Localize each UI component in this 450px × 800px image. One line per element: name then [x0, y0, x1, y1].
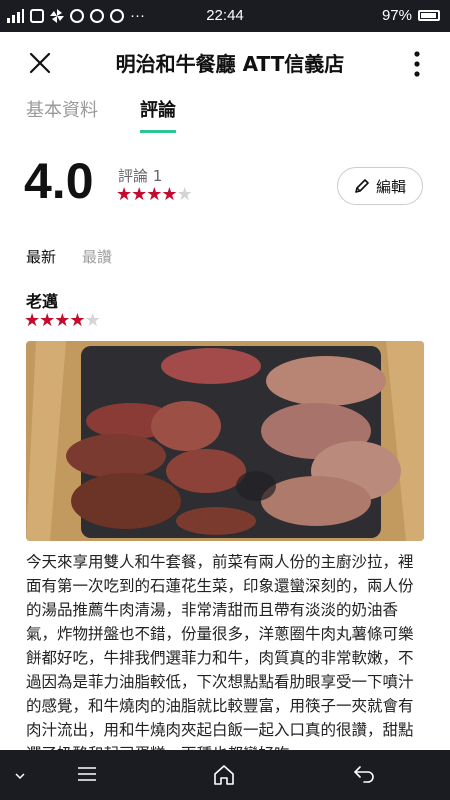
menu-icon[interactable] [76, 764, 98, 784]
close-icon[interactable] [26, 49, 54, 77]
star-icon: ★ [131, 184, 147, 205]
star-empty-icon: ★ [84, 310, 101, 331]
review-text: 今天來享用雙人和牛套餐，前菜有兩人份的主廚沙拉，裡面有第一次吃到的石蓮花生菜，印… [26, 553, 414, 763]
back-icon[interactable] [352, 764, 376, 784]
review-author[interactable]: 老邁 [26, 288, 58, 312]
battery-icon [418, 10, 440, 21]
review-photo[interactable] [26, 341, 424, 541]
edit-button[interactable]: 編輯 [337, 167, 423, 205]
app-header: 明治和牛餐廳 ATT信義店 [0, 32, 450, 92]
more-vert-icon[interactable] [412, 50, 422, 78]
sort-most-liked[interactable]: 最讚 [82, 246, 112, 267]
home-icon[interactable] [212, 764, 236, 786]
star-icon: ★ [69, 310, 85, 331]
chevron-down-icon[interactable] [14, 772, 26, 780]
page-title: 明治和牛餐廳 ATT信義店 [115, 52, 345, 76]
star-icon: ★ [146, 184, 162, 205]
star-icon: ★ [161, 184, 177, 205]
star-icon: ★ [24, 310, 40, 331]
edit-label: 編輯 [375, 177, 406, 196]
star-icon: ★ [116, 184, 132, 205]
sort-tabs: 最新 最讚 [26, 246, 112, 267]
rating-score: 4.0 [24, 153, 94, 209]
star-icon: ★ [54, 310, 70, 331]
review-stars: ★★★★★ [24, 310, 101, 331]
status-bar: ··· 22:44 97% [0, 0, 450, 32]
system-nav-bar [0, 750, 450, 800]
star-empty-icon: ★ [176, 184, 193, 205]
pencil-icon [355, 179, 369, 193]
review-count: 評論 1 [118, 167, 163, 185]
star-icon: ★ [39, 310, 55, 331]
tab-reviews[interactable]: 評論 [140, 96, 176, 133]
tab-bar: 基本資料 評論 [26, 96, 176, 133]
rating-stars: ★★★★★ [116, 184, 193, 205]
tab-basic-info[interactable]: 基本資料 [26, 96, 98, 133]
sort-latest[interactable]: 最新 [26, 246, 56, 267]
battery-level: 97% [381, 7, 412, 24]
